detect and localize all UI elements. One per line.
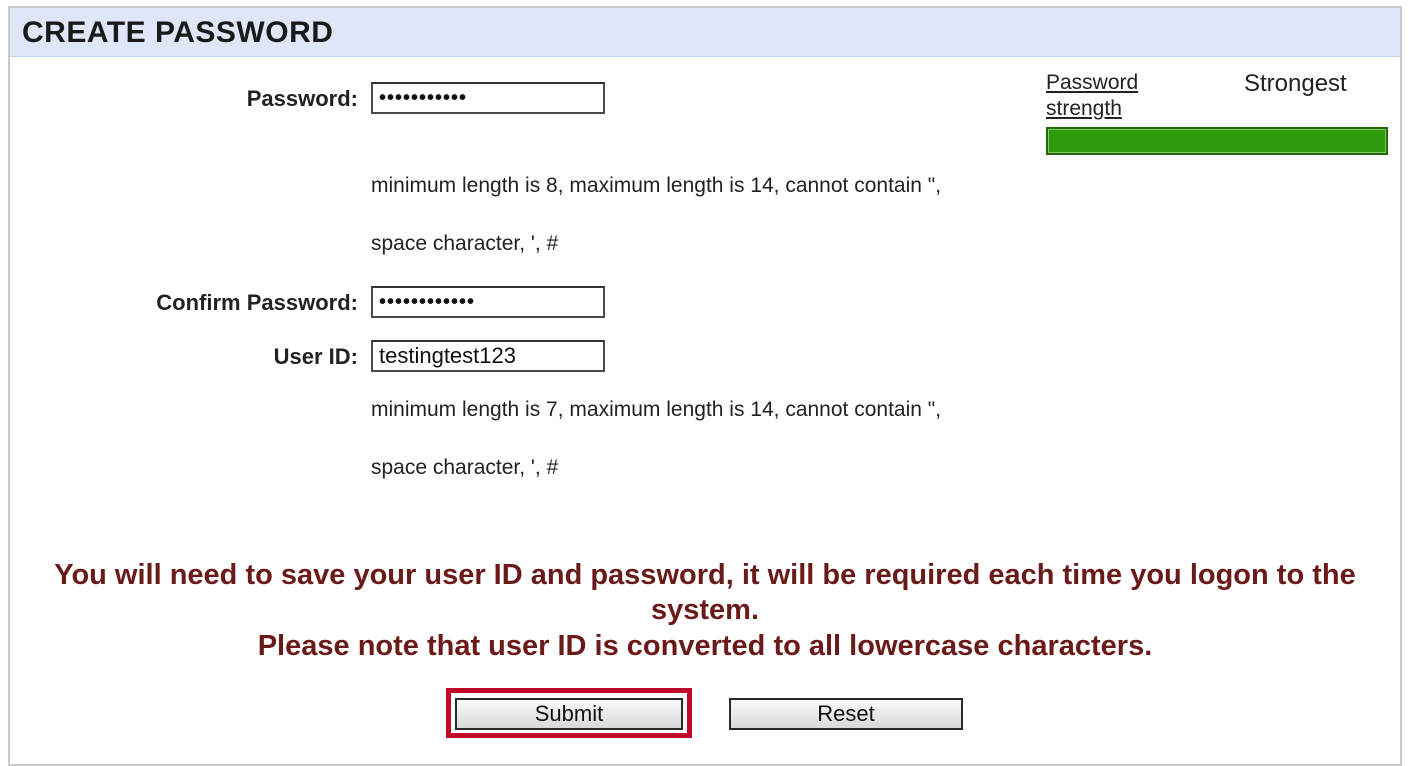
confirm-password-input[interactable]: •••••••••••• [371,286,605,318]
header-bar: CREATE PASSWORD [10,8,1400,57]
page-title: CREATE PASSWORD [22,16,334,49]
submit-button[interactable]: Submit [455,698,683,730]
password-strength-value: Strongest [1244,70,1347,97]
password-hint-line2: space character, ', # [371,232,559,255]
user-id-label: User ID: [273,344,358,369]
password-input[interactable]: ••••••••••• [371,82,605,114]
user-id-hint-line1: minimum length is 7, maximum length is 1… [371,398,942,421]
reset-button[interactable]: Reset [729,698,963,730]
save-credentials-notice: You will need to save your user ID and p… [54,559,1356,626]
password-hint-line1: minimum length is 8, maximum length is 1… [371,174,942,197]
confirm-password-label: Confirm Password: [156,290,358,315]
password-label: Password: [246,86,358,111]
lowercase-notice: Please note that user ID is converted to… [257,630,1153,662]
password-strength-fill [1048,129,1386,153]
user-id-input[interactable]: testingtest123 [371,340,605,372]
password-strength-bar [1046,127,1388,155]
password-strength-link[interactable]: Password strength [1046,70,1176,122]
user-id-hint-line2: space character, ', # [371,456,559,479]
